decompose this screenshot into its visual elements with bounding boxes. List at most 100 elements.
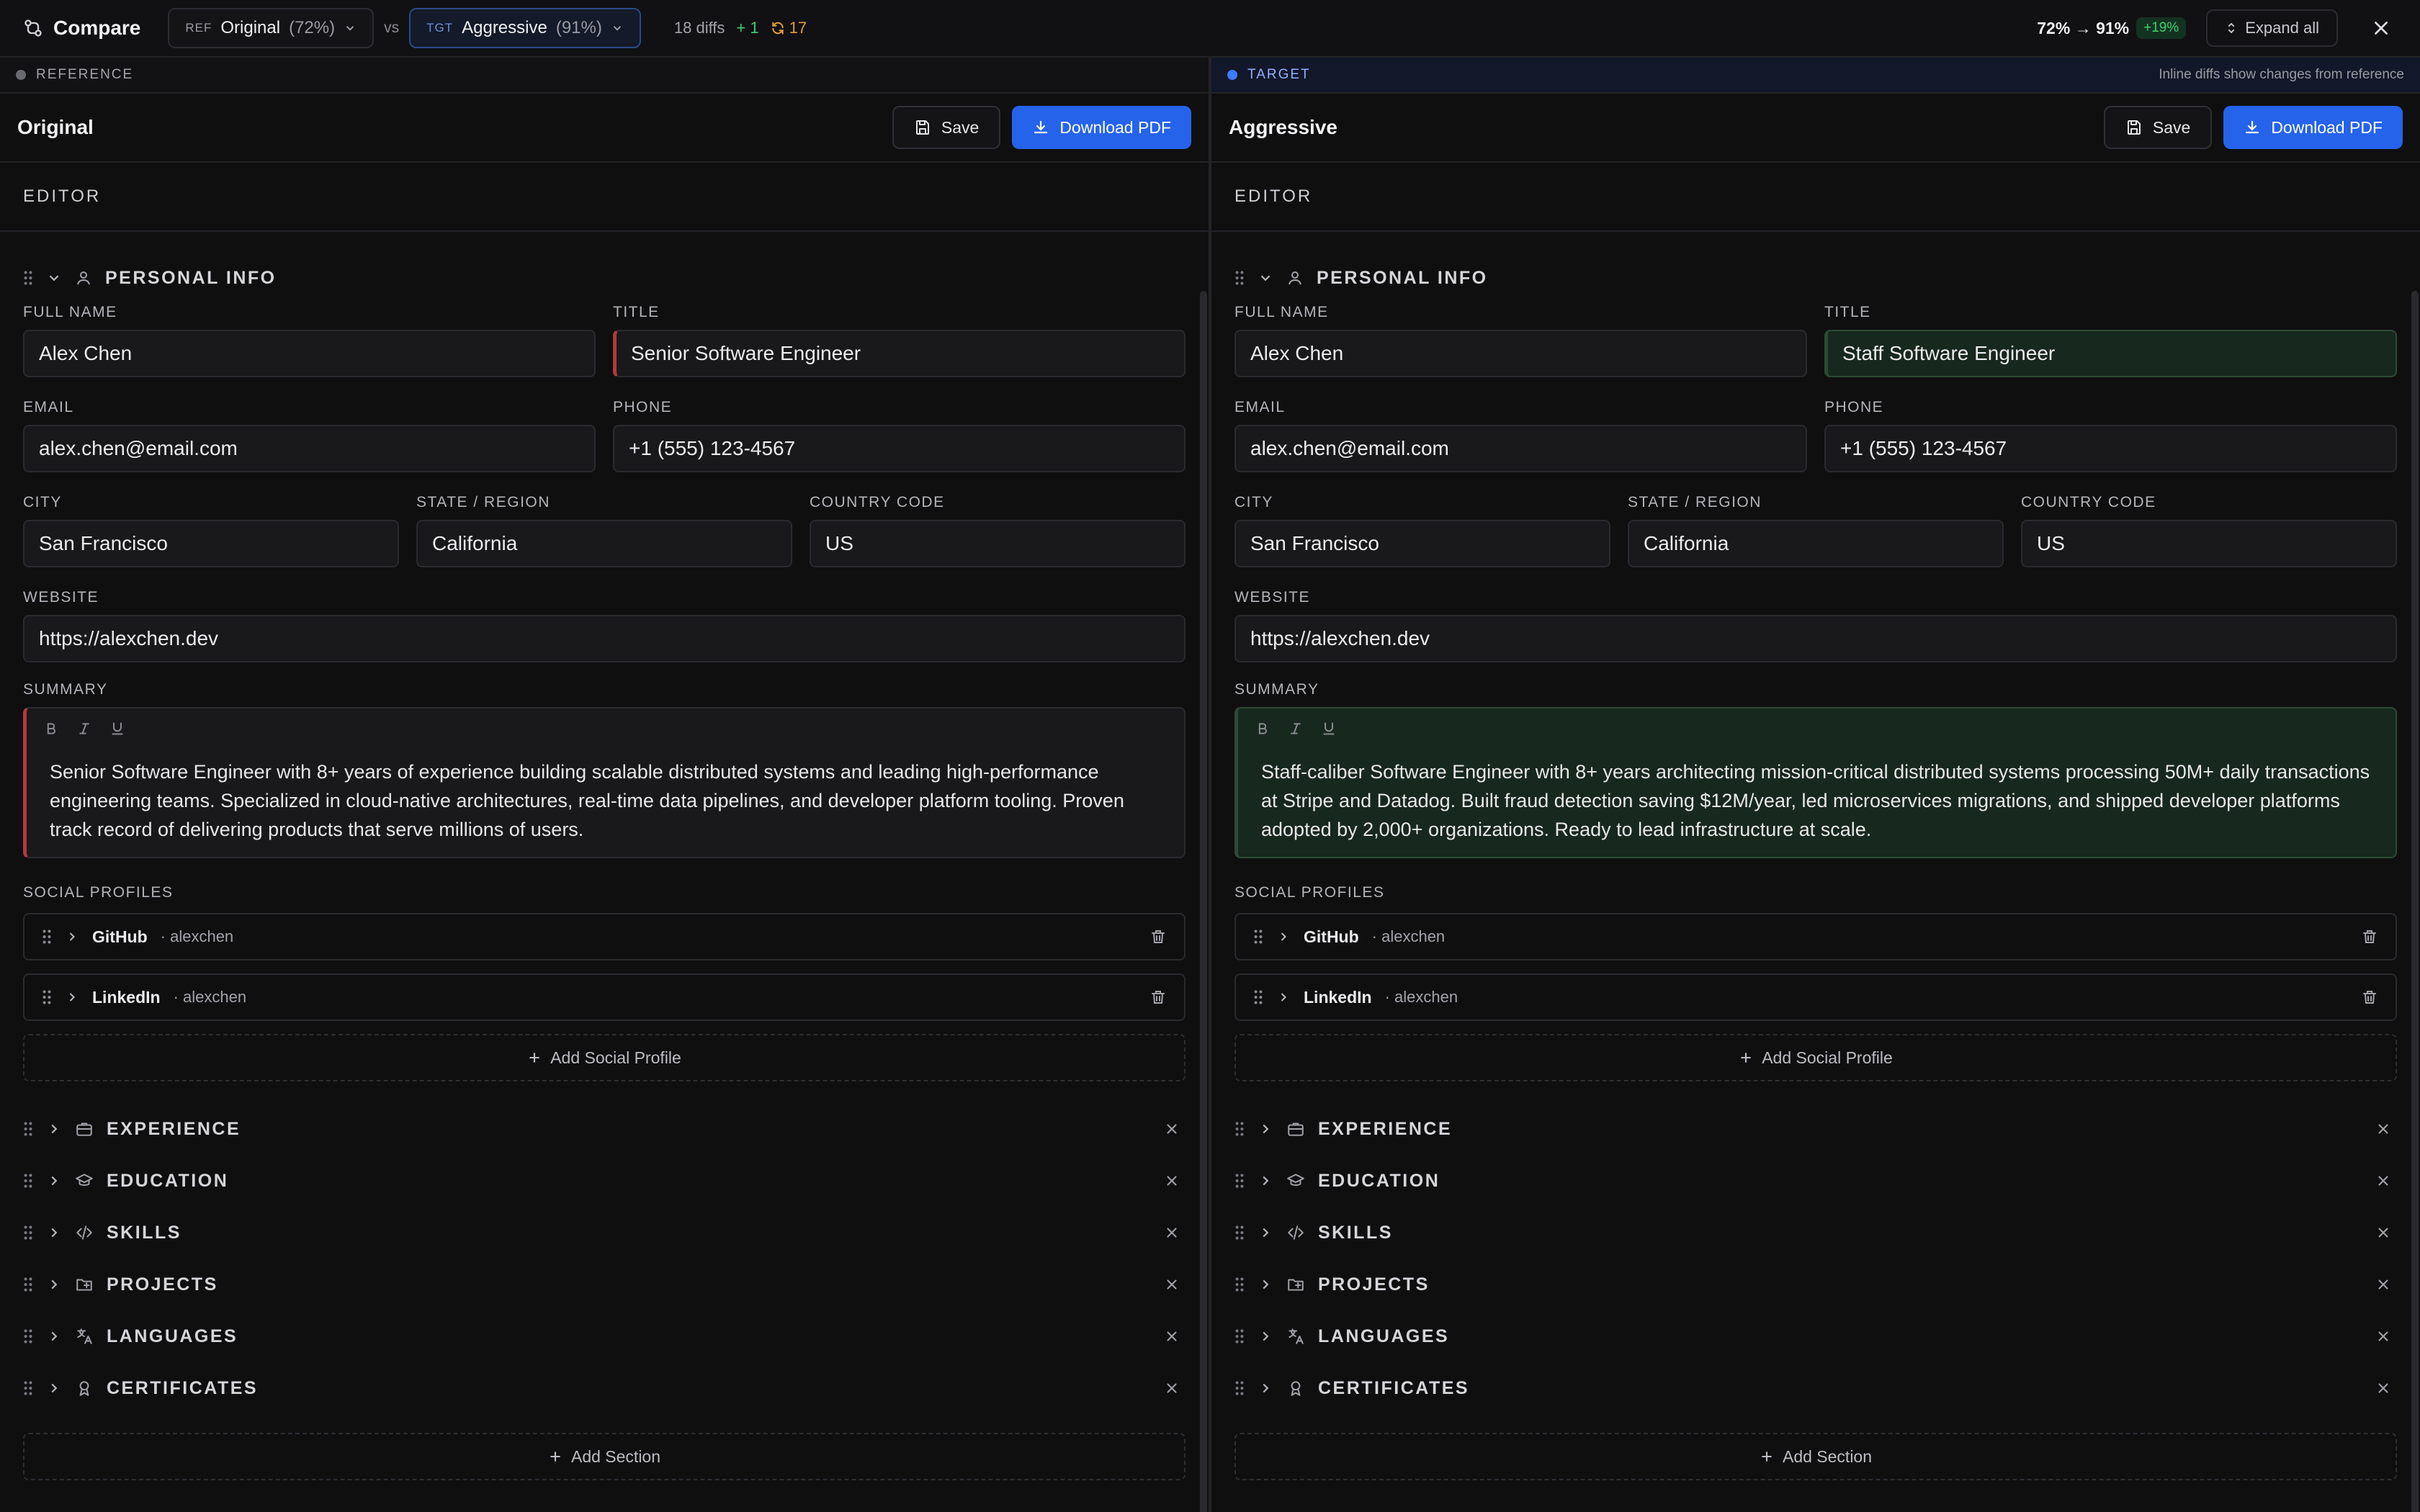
chevron-right-icon[interactable] bbox=[65, 989, 79, 1005]
summary-text[interactable]: Senior Software Engineer with 8+ years o… bbox=[27, 749, 1184, 857]
section-education[interactable]: EDUCATION bbox=[1234, 1155, 2397, 1207]
close-icon[interactable] bbox=[1164, 1328, 1180, 1344]
state-input[interactable]: California bbox=[1628, 520, 2004, 567]
close-icon[interactable] bbox=[2375, 1380, 2391, 1396]
expand-all-button[interactable]: Expand all bbox=[2206, 9, 2338, 47]
section-projects[interactable]: PROJECTS bbox=[1234, 1259, 2397, 1310]
trash-icon[interactable] bbox=[1150, 989, 1167, 1006]
underline-icon[interactable] bbox=[1322, 721, 1336, 737]
bold-icon[interactable] bbox=[1255, 721, 1270, 737]
drag-handle-icon[interactable] bbox=[1234, 1328, 1245, 1344]
bold-icon[interactable] bbox=[44, 721, 58, 737]
drag-handle-icon[interactable] bbox=[23, 270, 33, 286]
social-profile-row[interactable]: GitHub · alexchen bbox=[23, 913, 1186, 960]
drag-handle-icon[interactable] bbox=[1253, 989, 1263, 1005]
trash-icon[interactable] bbox=[1150, 928, 1167, 945]
chevron-right-icon[interactable] bbox=[1258, 1328, 1273, 1344]
social-profile-row[interactable]: LinkedIn · alexchen bbox=[23, 973, 1186, 1021]
close-icon[interactable] bbox=[1164, 1173, 1180, 1189]
drag-handle-icon[interactable] bbox=[42, 989, 52, 1005]
drag-handle-icon[interactable] bbox=[23, 1380, 33, 1396]
chevron-right-icon[interactable] bbox=[1258, 1121, 1273, 1137]
drag-handle-icon[interactable] bbox=[1234, 1277, 1245, 1292]
drag-handle-icon[interactable] bbox=[23, 1225, 33, 1241]
drag-handle-icon[interactable] bbox=[1234, 1225, 1245, 1241]
section-languages[interactable]: LANGUAGES bbox=[1234, 1310, 2397, 1362]
close-icon[interactable] bbox=[2375, 1173, 2391, 1189]
full-name-input[interactable]: Alex Chen bbox=[23, 330, 596, 377]
drag-handle-icon[interactable] bbox=[23, 1277, 33, 1292]
section-personal-info[interactable]: PERSONAL INFO bbox=[1234, 252, 2397, 304]
drag-handle-icon[interactable] bbox=[1234, 1121, 1245, 1137]
email-input[interactable]: alex.chen@email.com bbox=[23, 425, 596, 472]
close-icon[interactable] bbox=[1164, 1277, 1180, 1292]
chevron-right-icon[interactable] bbox=[46, 1121, 62, 1137]
chevron-right-icon[interactable] bbox=[46, 1173, 62, 1189]
city-input[interactable]: San Francisco bbox=[1234, 520, 1610, 567]
chevron-right-icon[interactable] bbox=[1276, 989, 1291, 1005]
drag-handle-icon[interactable] bbox=[42, 929, 52, 945]
chevron-right-icon[interactable] bbox=[1258, 1277, 1273, 1292]
download-pdf-button[interactable]: Download PDF bbox=[1012, 106, 1191, 149]
chevron-right-icon[interactable] bbox=[1276, 929, 1291, 945]
drag-handle-icon[interactable] bbox=[23, 1121, 33, 1137]
drag-handle-icon[interactable] bbox=[23, 1173, 33, 1189]
summary-editor[interactable]: Senior Software Engineer with 8+ years o… bbox=[23, 707, 1186, 858]
close-icon[interactable] bbox=[2375, 1328, 2391, 1344]
italic-icon[interactable] bbox=[77, 721, 91, 737]
chevron-down-icon[interactable] bbox=[46, 270, 62, 286]
chevron-right-icon[interactable] bbox=[65, 929, 79, 945]
section-skills[interactable]: SKILLS bbox=[1234, 1207, 2397, 1259]
chevron-right-icon[interactable] bbox=[46, 1328, 62, 1344]
close-icon[interactable] bbox=[2375, 1225, 2391, 1241]
section-certificates[interactable]: CERTIFICATES bbox=[1234, 1362, 2397, 1414]
section-experience[interactable]: EXPERIENCE bbox=[1234, 1103, 2397, 1155]
download-pdf-button[interactable]: Download PDF bbox=[2223, 106, 2403, 149]
summary-text[interactable]: Staff-caliber Software Engineer with 8+ … bbox=[1238, 749, 2396, 857]
website-input[interactable]: https://alexchen.dev bbox=[1234, 615, 2397, 662]
drag-handle-icon[interactable] bbox=[1234, 1380, 1245, 1396]
full-name-input[interactable]: Alex Chen bbox=[1234, 330, 1807, 377]
close-icon[interactable] bbox=[2375, 1121, 2391, 1137]
chevron-right-icon[interactable] bbox=[46, 1380, 62, 1396]
drag-handle-icon[interactable] bbox=[1234, 270, 1245, 286]
phone-input[interactable]: +1 (555) 123-4567 bbox=[613, 425, 1186, 472]
chevron-right-icon[interactable] bbox=[46, 1277, 62, 1292]
summary-editor[interactable]: Staff-caliber Software Engineer with 8+ … bbox=[1234, 707, 2397, 858]
add-section-button[interactable]: Add Section bbox=[23, 1433, 1186, 1480]
section-experience[interactable]: EXPERIENCE bbox=[23, 1103, 1186, 1155]
section-projects[interactable]: PROJECTS bbox=[23, 1259, 1186, 1310]
save-button[interactable]: Save bbox=[892, 106, 1001, 149]
title-input[interactable]: Senior Software Engineer bbox=[613, 330, 1186, 377]
close-icon[interactable] bbox=[1164, 1380, 1180, 1396]
close-icon[interactable] bbox=[1164, 1225, 1180, 1241]
city-input[interactable]: San Francisco bbox=[23, 520, 399, 567]
trash-icon[interactable] bbox=[2361, 989, 2378, 1006]
chevron-right-icon[interactable] bbox=[1258, 1380, 1273, 1396]
social-profile-row[interactable]: GitHub · alexchen bbox=[1234, 913, 2397, 960]
target-selector[interactable]: TGT Aggressive (91%) bbox=[409, 8, 641, 48]
chevron-right-icon[interactable] bbox=[46, 1225, 62, 1241]
drag-handle-icon[interactable] bbox=[1234, 1173, 1245, 1189]
state-input[interactable]: California bbox=[416, 520, 792, 567]
add-social-profile-button[interactable]: Add Social Profile bbox=[1234, 1034, 2397, 1081]
add-section-button[interactable]: Add Section bbox=[1234, 1433, 2397, 1480]
social-profile-row[interactable]: LinkedIn · alexchen bbox=[1234, 973, 2397, 1021]
phone-input[interactable]: +1 (555) 123-4567 bbox=[1824, 425, 2397, 472]
close-compare-button[interactable] bbox=[2365, 12, 2397, 44]
email-input[interactable]: alex.chen@email.com bbox=[1234, 425, 1807, 472]
chevron-right-icon[interactable] bbox=[1258, 1225, 1273, 1241]
chevron-down-icon[interactable] bbox=[1258, 270, 1273, 286]
close-icon[interactable] bbox=[2375, 1277, 2391, 1292]
close-icon[interactable] bbox=[1164, 1121, 1180, 1137]
section-certificates[interactable]: CERTIFICATES bbox=[23, 1362, 1186, 1414]
italic-icon[interactable] bbox=[1289, 721, 1303, 737]
website-input[interactable]: https://alexchen.dev bbox=[23, 615, 1186, 662]
section-languages[interactable]: LANGUAGES bbox=[23, 1310, 1186, 1362]
drag-handle-icon[interactable] bbox=[1253, 929, 1263, 945]
drag-handle-icon[interactable] bbox=[23, 1328, 33, 1344]
country-code-input[interactable]: US bbox=[810, 520, 1186, 567]
save-button[interactable]: Save bbox=[2103, 106, 2213, 149]
add-social-profile-button[interactable]: Add Social Profile bbox=[23, 1034, 1186, 1081]
section-skills[interactable]: SKILLS bbox=[23, 1207, 1186, 1259]
